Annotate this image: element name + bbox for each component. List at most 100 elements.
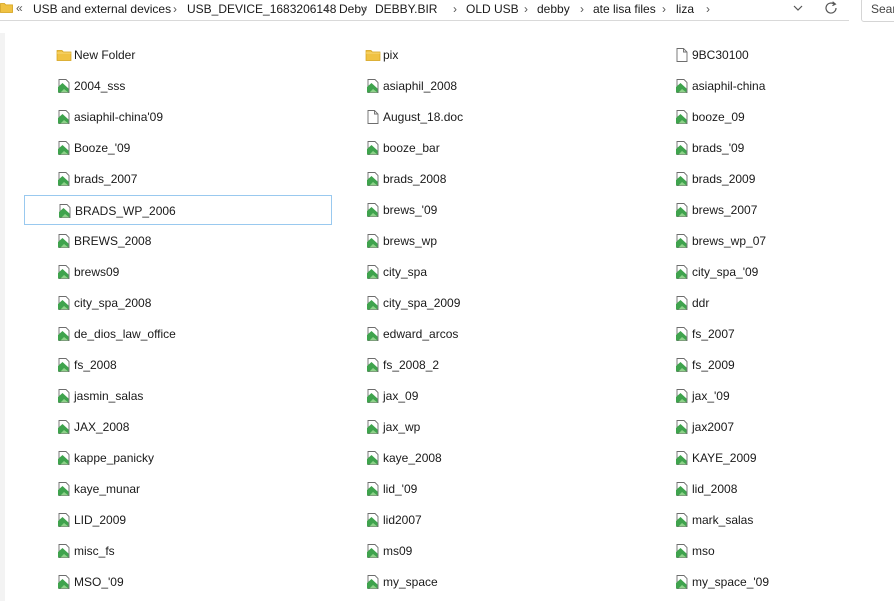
file-item[interactable]: kappe_panicky [56, 443, 356, 473]
file-item[interactable]: kaye_munar [56, 474, 356, 504]
file-item[interactable]: jax2007 [674, 412, 894, 442]
breadcrumb-chevron-icon[interactable]: › [662, 2, 666, 16]
file-name: lid2007 [383, 513, 422, 527]
file-name: brews_wp_07 [692, 234, 767, 248]
file-name: BREWS_2008 [74, 234, 152, 248]
file-item[interactable]: jax_'09 [674, 381, 894, 411]
breadcrumb-chevron-icon[interactable]: › [325, 2, 329, 16]
file-item[interactable]: MSO_'09 [56, 567, 356, 597]
file-name: asiaphil_2008 [383, 79, 458, 93]
file-icon [674, 109, 690, 125]
file-icon [365, 357, 381, 373]
file-name: brads_'09 [692, 141, 745, 155]
file-icon [674, 295, 690, 311]
file-item[interactable]: fs_2007 [674, 319, 894, 349]
file-item[interactable]: LID_2009 [56, 505, 356, 535]
file-item[interactable]: jax_wp [365, 412, 665, 442]
breadcrumb-chevron-icon[interactable]: › [580, 2, 584, 16]
file-icon [674, 450, 690, 466]
folder-item[interactable]: New Folder [56, 40, 356, 70]
file-item[interactable]: JAX_2008 [56, 412, 356, 442]
file-icon [365, 450, 381, 466]
file-item[interactable]: de_dios_law_office [56, 319, 356, 349]
breadcrumb-chevron-icon[interactable]: › [453, 2, 457, 16]
file-item[interactable]: brads_2009 [674, 164, 894, 194]
address-bar[interactable]: « USB and external devices › USB_DEVICE_16… [0, 0, 849, 21]
file-name: New Folder [74, 48, 136, 62]
file-item[interactable]: brews_wp [365, 226, 665, 256]
file-item[interactable]: misc_fs [56, 536, 356, 566]
file-item[interactable]: my_space_'09 [674, 567, 894, 597]
file-item[interactable]: city_spa_2009 [365, 288, 665, 318]
file-item[interactable]: 9BC30100 [674, 40, 894, 70]
breadcrumb-item[interactable]: OLD USB [466, 2, 519, 16]
file-item[interactable]: BRADS_WP_2006 [24, 195, 332, 225]
file-name: brews_'09 [383, 203, 438, 217]
breadcrumb-item[interactable]: DEBBY.BIR [375, 2, 437, 16]
file-item[interactable]: jax_09 [365, 381, 665, 411]
file-item[interactable]: fs_2008_2 [365, 350, 665, 380]
file-name: kaye_munar [74, 482, 141, 496]
file-item[interactable]: ms09 [365, 536, 665, 566]
file-item[interactable]: booze_09 [674, 102, 894, 132]
file-item[interactable]: city_spa_2008 [56, 288, 356, 318]
file-item[interactable]: brews_2007 [674, 195, 894, 225]
file-item[interactable]: asiaphil_2008 [365, 71, 665, 101]
file-item[interactable]: brews_wp_07 [674, 226, 894, 256]
file-name: my_space_'09 [692, 575, 770, 589]
file-item[interactable]: brads_2007 [56, 164, 356, 194]
file-item[interactable]: brads_'09 [674, 133, 894, 163]
file-item[interactable]: asiaphil-china'09 [56, 102, 356, 132]
breadcrumb-item[interactable]: debby [537, 2, 570, 16]
file-item[interactable]: KAYE_2009 [674, 443, 894, 473]
breadcrumb-item[interactable]: liza [676, 2, 694, 16]
breadcrumb-overflow-button[interactable]: « [16, 1, 23, 15]
file-item[interactable]: brads_2008 [365, 164, 665, 194]
file-name: asiaphil-china [692, 79, 766, 93]
file-item[interactable]: 2004_sss [56, 71, 356, 101]
file-name: brads_2007 [74, 172, 138, 186]
file-item[interactable]: kaye_2008 [365, 443, 665, 473]
file-item[interactable]: brews_'09 [365, 195, 665, 225]
file-item[interactable]: my_space [365, 567, 665, 597]
breadcrumb-chevron-icon[interactable]: › [173, 2, 177, 16]
file-icon [674, 233, 690, 249]
file-item[interactable]: lid_'09 [365, 474, 665, 504]
file-item[interactable]: mark_salas [674, 505, 894, 535]
file-name: fs_2007 [692, 327, 735, 341]
file-name: city_spa_2008 [74, 296, 152, 310]
file-item[interactable]: fs_2008 [56, 350, 356, 380]
refresh-icon[interactable] [823, 0, 839, 19]
file-item[interactable]: fs_2009 [674, 350, 894, 380]
file-name: booze_09 [692, 110, 745, 124]
file-item[interactable]: lid_2008 [674, 474, 894, 504]
breadcrumb-item[interactable]: ate lisa files [593, 2, 656, 16]
breadcrumb-chevron-icon[interactable]: › [706, 2, 710, 16]
folder-item[interactable]: pix [365, 40, 665, 70]
file-name: asiaphil-china'09 [74, 110, 164, 124]
file-item[interactable]: city_spa_'09 [674, 257, 894, 287]
breadcrumb-chevron-icon[interactable]: › [363, 2, 367, 16]
file-item[interactable]: mso [674, 536, 894, 566]
file-item[interactable]: city_spa [365, 257, 665, 287]
file-item[interactable]: ddr [674, 288, 894, 318]
file-item[interactable]: brews09 [56, 257, 356, 287]
breadcrumb-chevron-icon[interactable]: › [524, 2, 528, 16]
file-item[interactable]: lid2007 [365, 505, 665, 535]
file-item[interactable]: edward_arcos [365, 319, 665, 349]
file-item[interactable]: booze_bar [365, 133, 665, 163]
breadcrumb-item[interactable]: USB and external devices [33, 2, 171, 16]
file-item[interactable]: asiaphil-china [674, 71, 894, 101]
file-item[interactable]: jasmin_salas [56, 381, 356, 411]
file-list: New Folder 2004_sss asiaphil-china'09 Booze… [6, 40, 894, 601]
file-icon [56, 543, 72, 559]
search-input[interactable]: Search [861, 0, 894, 22]
file-item[interactable]: Booze_'09 [56, 133, 356, 163]
navigation-pane-edge[interactable] [0, 33, 5, 601]
file-name: ms09 [383, 544, 413, 558]
chevron-down-icon[interactable] [792, 2, 804, 17]
breadcrumb-item[interactable]: USB_DEVICE_1683206148 [187, 2, 336, 16]
file-item[interactable]: August_18.doc [365, 102, 665, 132]
file-item[interactable]: BREWS_2008 [56, 226, 356, 256]
folder-icon [365, 47, 381, 63]
